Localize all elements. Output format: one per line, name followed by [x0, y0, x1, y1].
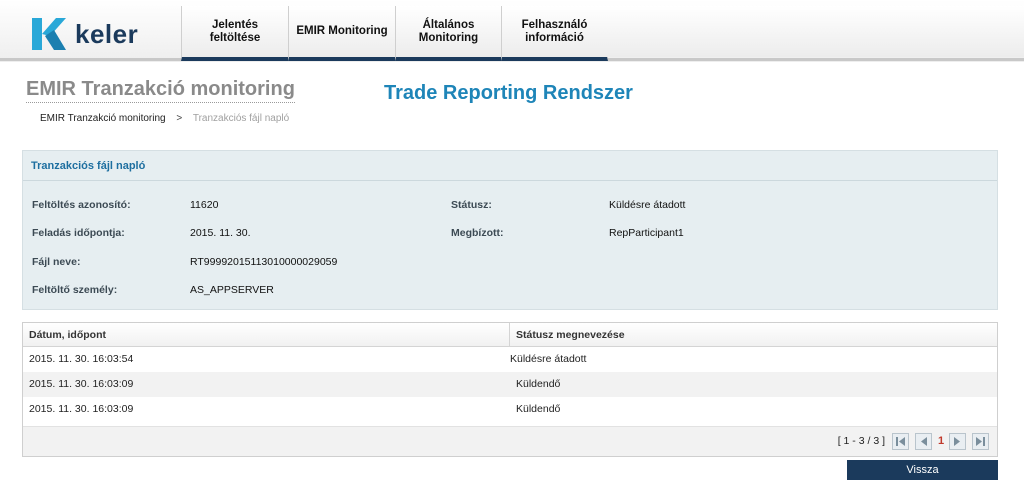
table-row[interactable]: 2015. 11. 30. 16:03:09 Küldendő: [23, 372, 997, 397]
keler-logo-icon: [32, 18, 66, 50]
back-button[interactable]: Vissza: [847, 460, 998, 480]
panel-title: Tranzakciós fájl napló: [23, 151, 997, 181]
main-nav: Jelentés feltöltése EMIR Monitoring Álta…: [181, 6, 608, 61]
sent-time-value: 2015. 11. 30.: [190, 227, 251, 239]
cell-datetime: 2015. 11. 30. 16:03:09: [29, 403, 134, 415]
nav-item-user-info[interactable]: Felhasználó információ: [501, 6, 608, 61]
column-header-status[interactable]: Státusz megnevezése: [510, 323, 997, 346]
nav-item-emir-monitoring[interactable]: EMIR Monitoring: [288, 6, 395, 61]
table-row[interactable]: 2015. 11. 30. 16:03:09 Küldendő: [23, 397, 997, 422]
sent-time-label: Feladás időpontja:: [32, 227, 125, 239]
cell-status: Küldésre átadott: [510, 353, 587, 365]
status-value: Küldésre átadott: [609, 199, 686, 211]
first-page-icon[interactable]: [892, 433, 909, 450]
nav-item-general-monitoring[interactable]: Általános Monitoring: [395, 6, 501, 61]
column-header-datetime[interactable]: Dátum, időpont: [23, 323, 510, 346]
current-page-number[interactable]: 1: [938, 435, 944, 447]
page-title: EMIR Tranzakció monitoring: [26, 78, 295, 103]
pager-bar: [ 1 - 3 / 3 ] 1: [23, 426, 997, 456]
agent-value: RepParticipant1: [609, 227, 684, 239]
breadcrumb: EMIR Tranzakció monitoring > Tranzakciós…: [40, 113, 289, 124]
breadcrumb-root-link[interactable]: EMIR Tranzakció monitoring: [40, 113, 166, 124]
next-page-icon[interactable]: [949, 433, 966, 450]
nav-item-report-upload[interactable]: Jelentés feltöltése: [181, 6, 288, 61]
logo[interactable]: keler: [30, 16, 138, 52]
last-page-icon[interactable]: [972, 433, 989, 450]
upload-id-label: Feltöltés azonosító:: [32, 199, 131, 211]
table-row[interactable]: 2015. 11. 30. 16:03:54 Küldésre átadott: [23, 347, 997, 372]
nav-filler: [607, 6, 1024, 57]
table-header: Dátum, időpont Státusz megnevezése: [23, 323, 997, 347]
cell-status: Küldendő: [516, 378, 561, 390]
cell-status: Küldendő: [516, 403, 561, 415]
file-log-panel: Tranzakciós fájl napló Feltöltés azonosí…: [22, 150, 998, 310]
system-title: Trade Reporting Rendszer: [384, 82, 633, 104]
breadcrumb-current: Tranzakciós fájl napló: [192, 113, 290, 124]
agent-label: Megbízott:: [451, 227, 504, 239]
status-label: Státusz:: [451, 199, 492, 211]
prev-page-icon[interactable]: [915, 433, 932, 450]
breadcrumb-separator: >: [176, 113, 183, 124]
file-name-label: Fájl neve:: [32, 256, 81, 268]
pager-range: [ 1 - 3 / 3 ]: [837, 435, 885, 447]
status-history-table: Dátum, időpont Státusz megnevezése 2015.…: [22, 322, 998, 457]
uploader-label: Feltöltő személy:: [32, 284, 118, 296]
upload-id-value: 11620: [190, 199, 219, 211]
cell-datetime: 2015. 11. 30. 16:03:54: [29, 353, 134, 365]
uploader-value: AS_APPSERVER: [190, 284, 274, 296]
cell-datetime: 2015. 11. 30. 16:03:09: [29, 378, 134, 390]
brand-name: keler: [75, 18, 139, 49]
file-name-value: RT99992015113010000029059: [190, 256, 338, 268]
